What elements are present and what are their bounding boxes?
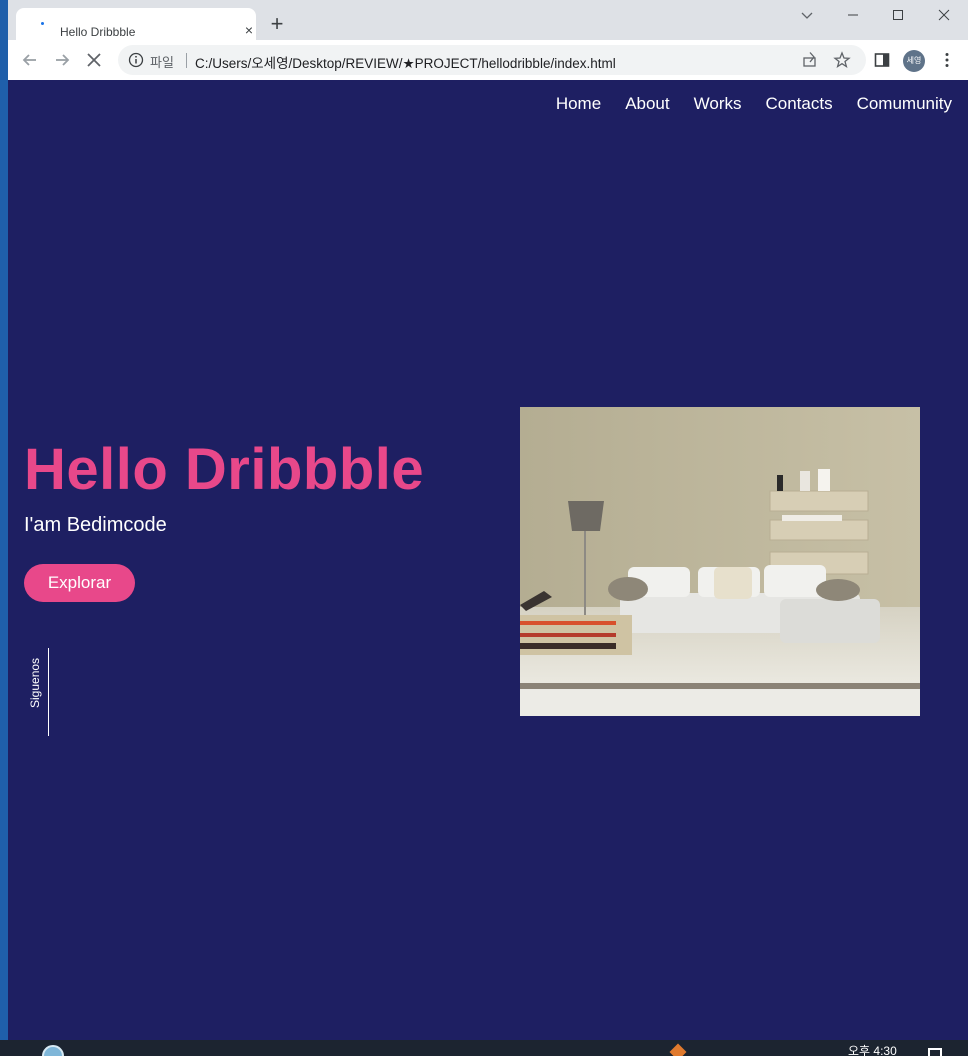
page-viewport: Home About Works Contacts Comumunity Hel… [8,80,968,1040]
nav-home[interactable]: Home [556,94,601,114]
bookmark-star-icon[interactable] [833,51,851,69]
new-tab-button[interactable]: + [266,13,288,35]
nav-community[interactable]: Comumunity [857,94,952,114]
stop-loading-icon[interactable] [83,49,105,71]
maximize-icon[interactable] [889,6,907,24]
hero-subtitle: I'am Bedimcode [24,514,167,536]
explore-button[interactable]: Explorar [24,564,135,602]
forward-arrow-icon[interactable] [51,49,73,71]
tab-strip: Hello Dribbble × + [8,0,968,40]
tab-title: Hello Dribbble [60,25,136,39]
minimize-icon[interactable] [844,6,862,24]
address-scheme-label: 파일 [150,55,174,70]
os-taskbar: 오후 4:30 [0,1040,968,1056]
info-icon[interactable] [128,52,144,68]
hero-title: Hello Dribbble [24,437,425,502]
main-nav: Home About Works Contacts Comumunity [556,94,952,114]
back-arrow-icon[interactable] [19,49,41,71]
profile-avatar[interactable]: 세영 [903,50,925,72]
taskbar-clock[interactable]: 오후 4:30 [848,1042,897,1056]
browser-toolbar: 파일 C:/Users/오세영/Desktop/REVIEW/★PROJECT/… [8,40,968,80]
side-panel-icon[interactable] [873,51,891,69]
tab-close-button[interactable]: × [242,23,256,37]
nav-works[interactable]: Works [694,94,742,114]
tab-loading-icon [41,22,44,25]
nav-about[interactable]: About [625,94,669,114]
browser-chrome: Hello Dribbble × + 파일 C:/Users/오세영/Deskt… [8,0,968,80]
social-follow: Siguenos [26,648,49,736]
share-icon[interactable] [801,51,819,69]
window-border [0,0,8,1040]
tab-search-icon[interactable] [798,6,816,24]
browser-tab[interactable]: Hello Dribbble × [16,8,256,40]
living-room-image [520,407,920,716]
follow-label: Siguenos [28,657,42,708]
taskbar-app-icon[interactable] [42,1045,64,1056]
address-url[interactable]: C:/Users/오세영/Desktop/REVIEW/★PROJECT/hel… [195,52,616,72]
nav-contacts[interactable]: Contacts [765,94,832,114]
more-menu-icon[interactable] [938,51,956,69]
follow-divider [48,648,49,736]
notification-icon[interactable] [928,1048,942,1056]
address-separator [186,53,187,68]
close-window-icon[interactable] [935,6,953,24]
address-bar[interactable]: 파일 C:/Users/오세영/Desktop/REVIEW/★PROJECT/… [118,45,866,75]
taskbar-warning-icon[interactable] [669,1043,687,1056]
